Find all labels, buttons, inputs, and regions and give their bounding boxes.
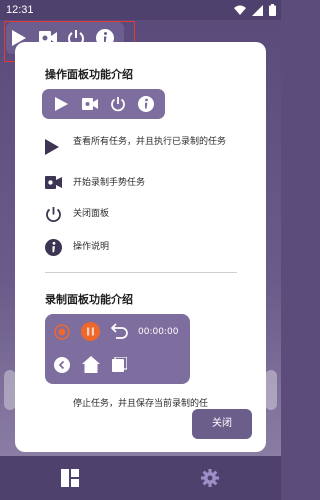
status-bar: 12:31 [0,0,281,20]
feature-text: 操作说明 [73,242,110,252]
feature-text: 关闭面板 [73,209,110,219]
dashboard-icon[interactable] [61,469,79,487]
wifi-icon [234,5,246,16]
home-icon [82,356,100,373]
feature-text: 查看所有任务，并且执行已录制的任务 [73,137,227,147]
record-panel-preview: 00:00:00 [45,314,190,384]
record-timer: 00:00:00 [138,327,179,337]
operation-panel-preview [42,89,165,119]
settings-gear-icon[interactable] [201,469,219,487]
undo-icon [111,323,128,339]
section-title-record-panel: 录制面板功能介绍 [45,293,133,306]
help-dialog: 操作面板功能介绍 查看所有任务，并且执行已录制的任务 开始录制手势任务 关闭面板 [15,42,266,452]
section-title-operation-panel: 操作面板功能介绍 [45,68,133,81]
feature-text: 开始录制手势任务 [73,178,146,188]
status-icons [234,4,276,16]
play-icon [55,97,68,111]
pause-icon [81,322,100,341]
play-icon [45,139,59,155]
power-icon [110,96,126,112]
divider [45,272,237,273]
power-icon [45,206,62,223]
bottom-navigation [0,456,281,500]
back-icon [54,357,70,373]
feature-text-partial: 停止任务，并且保存当前录制的任 [73,399,209,409]
status-time: 12:31 [6,4,34,16]
recent-apps-icon [112,357,127,372]
close-button[interactable]: 关闭 [192,409,252,439]
battery-icon [269,4,276,16]
background-card [265,370,277,410]
info-icon [138,96,154,112]
info-icon [45,239,62,256]
video-camera-icon [45,176,62,189]
signal-icon [252,4,263,16]
video-camera-icon [82,98,98,110]
record-icon [54,324,70,340]
